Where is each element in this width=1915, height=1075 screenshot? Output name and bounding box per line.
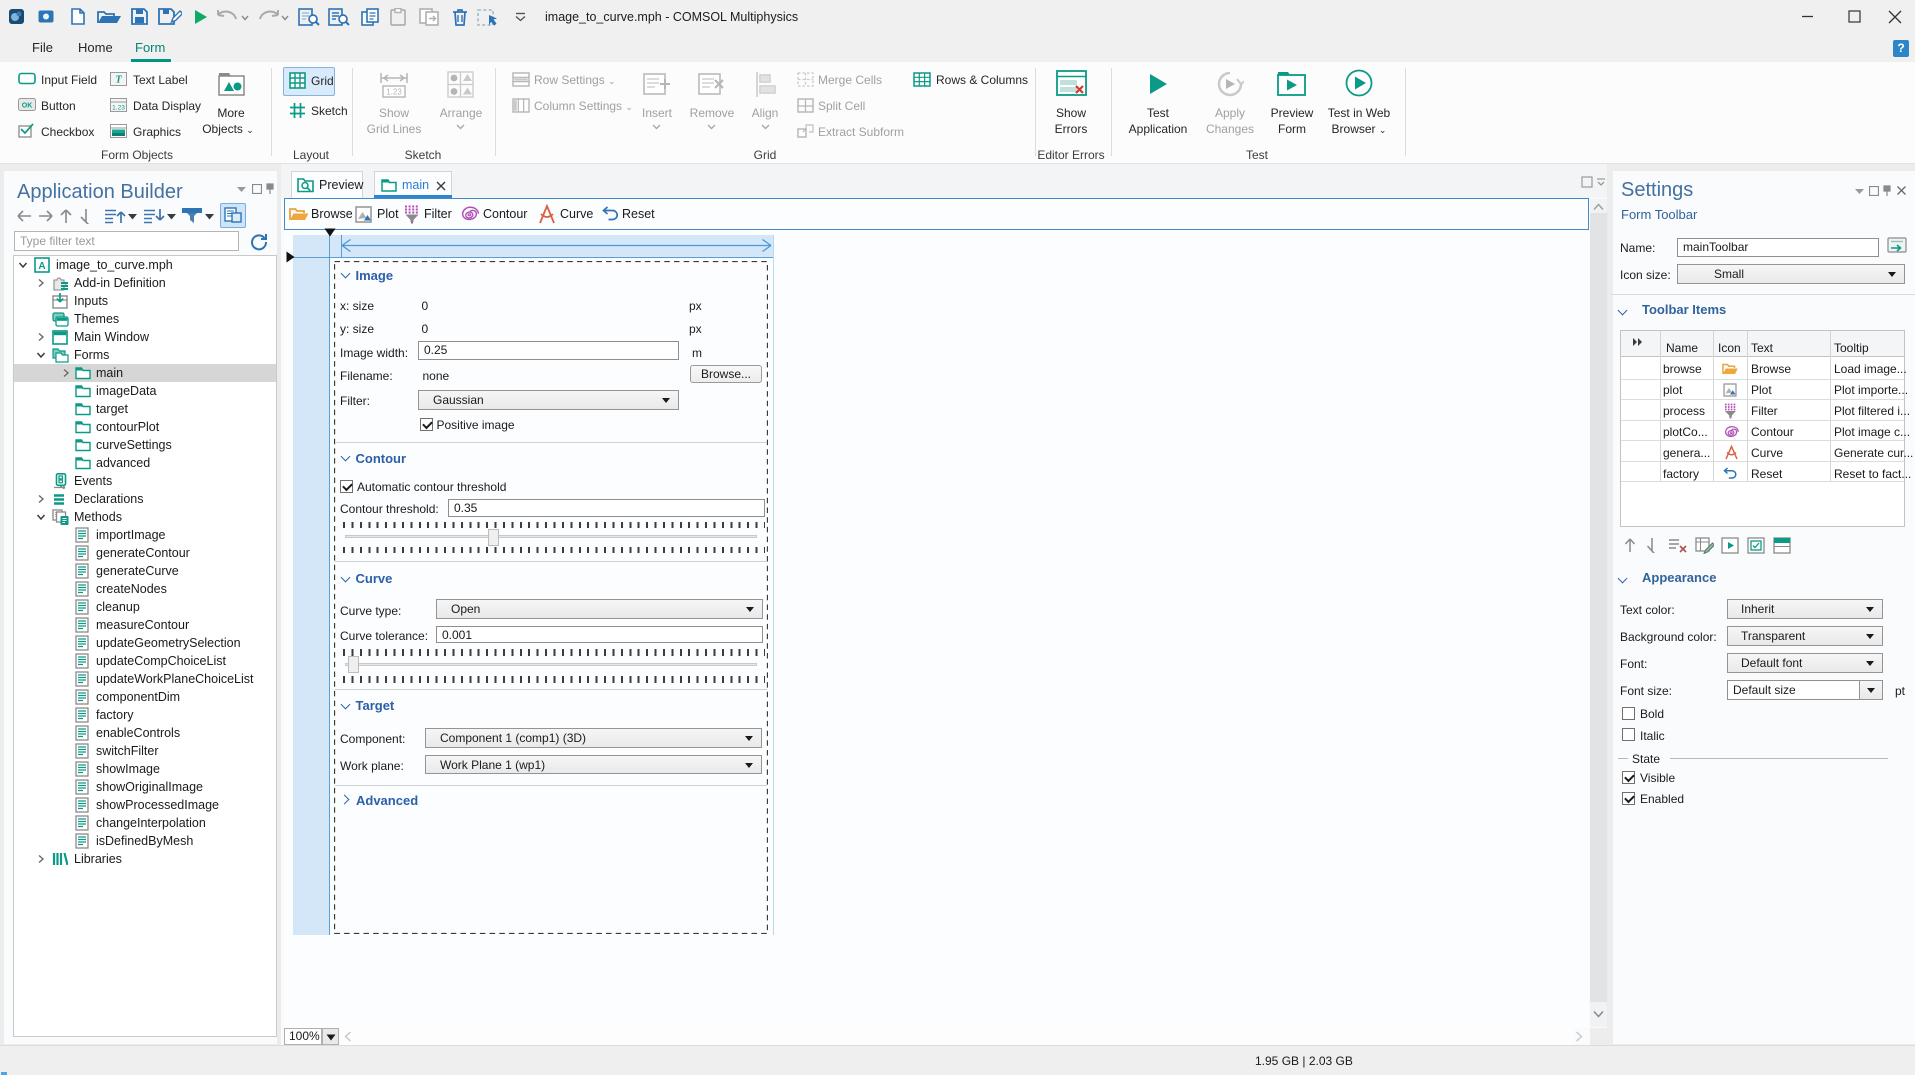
svg-text:1.23: 1.23 xyxy=(386,88,402,97)
svg-text:1.23: 1.23 xyxy=(112,105,125,112)
svg-text:T: T xyxy=(115,75,122,86)
svg-text:OK: OK xyxy=(22,103,33,110)
svg-text:A: A xyxy=(38,261,45,272)
